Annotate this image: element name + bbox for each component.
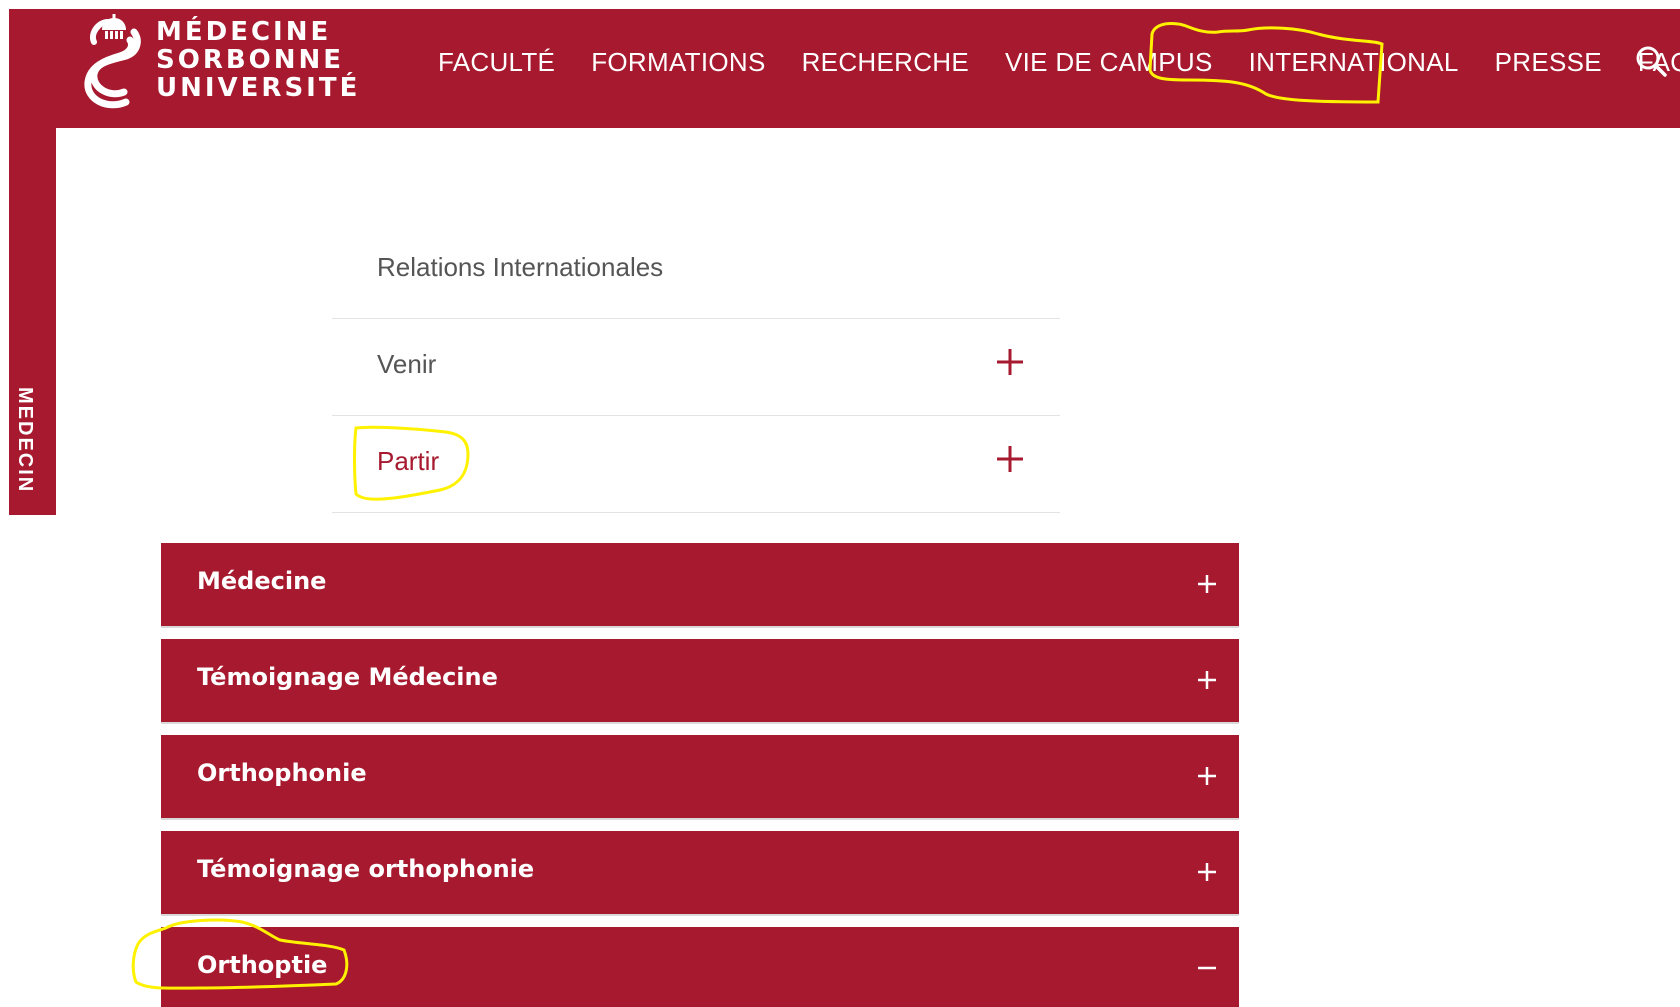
nav-international[interactable]: INTERNATIONAL — [1231, 47, 1477, 78]
nav-presse[interactable]: PRESSE — [1477, 47, 1620, 78]
accordion-item-temoignage-orthophonie[interactable]: Témoignage orthophonie — [161, 831, 1239, 914]
submenu-title-row[interactable]: Relations Internationales — [332, 222, 1060, 319]
accordion-item-label[interactable]: Témoignage orthophonie — [197, 855, 534, 883]
accordion-item-temoignage-medecine[interactable]: Témoignage Médecine — [161, 639, 1239, 722]
accordion-item-label[interactable]: Orthoptie — [197, 951, 327, 979]
nav-faculte[interactable]: FACULTÉ — [420, 47, 573, 78]
submenu-item-venir[interactable]: Venir — [332, 319, 1060, 416]
submenu-item-partir[interactable]: Partir — [332, 416, 1060, 513]
accordion-item-label[interactable]: Médecine — [197, 567, 326, 595]
minus-icon[interactable] — [1196, 957, 1218, 979]
accordion-item-orthoptie[interactable]: Orthoptie — [161, 927, 1239, 1007]
main-nav: FACULTÉ FORMATIONS RECHERCHE VIE DE CAMP… — [420, 42, 1680, 82]
accordion-item-medecine[interactable]: Médecine — [161, 543, 1239, 626]
nav-formations[interactable]: FORMATIONS — [573, 47, 783, 78]
plus-icon[interactable] — [1196, 861, 1218, 883]
accordion-item-label[interactable]: Témoignage Médecine — [197, 663, 498, 691]
nav-vie-de-campus[interactable]: VIE DE CAMPUS — [987, 47, 1231, 78]
accordion-item-label[interactable]: Orthophonie — [197, 759, 367, 787]
logo-wordmark: MÉDECINE SORBONNE UNIVERSITÉ — [156, 18, 360, 102]
accordion-item-orthophonie[interactable]: Orthophonie — [161, 735, 1239, 818]
nav-recherche[interactable]: RECHERCHE — [784, 47, 987, 78]
sorbonne-s-dome-logo-icon — [84, 14, 141, 109]
plus-icon[interactable] — [1196, 669, 1218, 691]
plus-icon[interactable] — [995, 444, 1025, 474]
logo-line-1: MÉDECINE — [156, 17, 332, 47]
sidebar-label: MEDECIN — [14, 387, 36, 494]
accordion: Médecine Témoignage Médecine Orthophonie… — [161, 543, 1239, 1007]
plus-icon[interactable] — [1196, 573, 1218, 595]
plus-icon[interactable] — [1196, 765, 1218, 787]
site-logo[interactable]: MÉDECINE SORBONNE UNIVERSITÉ — [84, 14, 357, 110]
search-icon[interactable] — [1634, 44, 1668, 78]
plus-icon[interactable] — [995, 347, 1025, 377]
logo-line-2: SORBONNE — [156, 45, 345, 75]
submenu-item-label[interactable]: Venir — [377, 349, 436, 380]
submenu-title[interactable]: Relations Internationales — [377, 252, 663, 283]
submenu-item-label[interactable]: Partir — [377, 446, 439, 477]
international-submenu: Relations Internationales Venir Partir — [332, 222, 1060, 513]
logo-line-3: UNIVERSITÉ — [156, 73, 361, 103]
